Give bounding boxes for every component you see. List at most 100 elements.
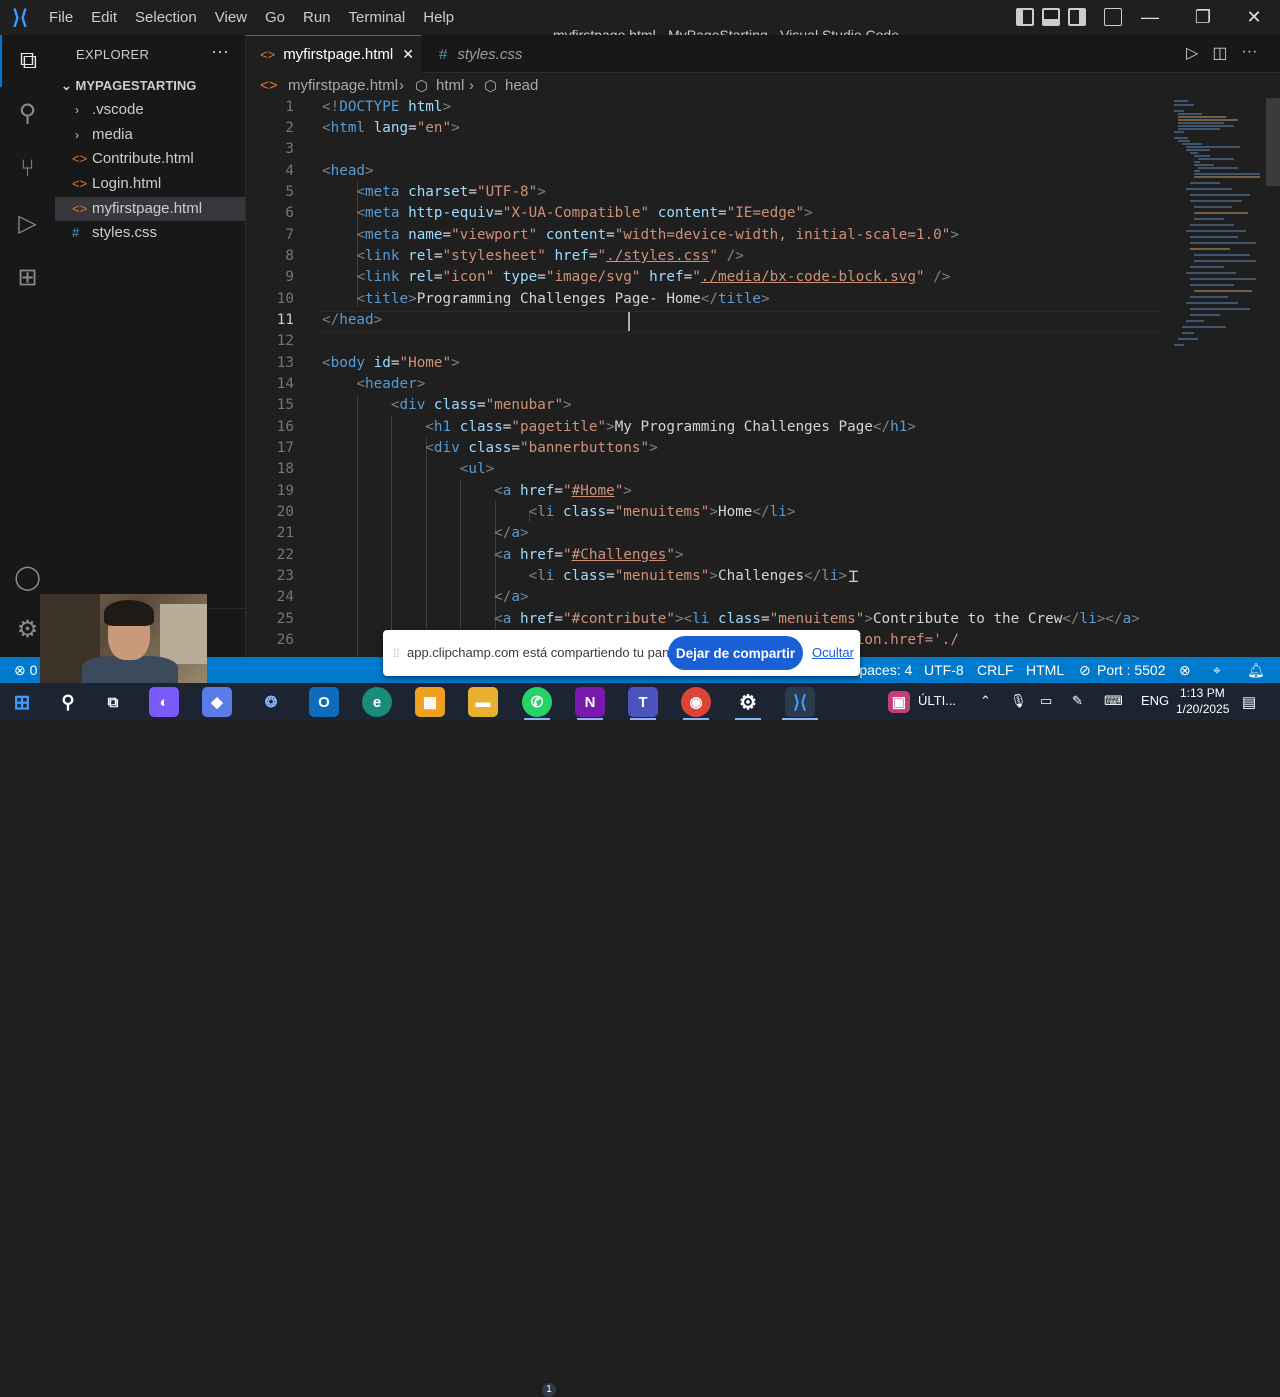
breadcrumb-file[interactable]: myfirstpage.html bbox=[288, 77, 398, 94]
notifications-icon[interactable]: 🔔︎ bbox=[1247, 662, 1265, 679]
encoding-status[interactable]: UTF-8 bbox=[924, 662, 964, 678]
notification-center-icon[interactable]: ▤ bbox=[1242, 693, 1256, 711]
copilot-icon[interactable]: ⌖ bbox=[1213, 662, 1221, 679]
chevron-right-icon: › bbox=[469, 77, 474, 94]
split-editor-icon[interactable]: ◫ bbox=[1212, 43, 1227, 63]
menu-run[interactable]: Run bbox=[294, 0, 340, 35]
line-number-current: 11 bbox=[276, 312, 294, 328]
code-line: <a href="#contribute"><li class="menuite… bbox=[494, 611, 1140, 627]
eol-status[interactable]: CRLF bbox=[977, 662, 1014, 678]
chevron-right-icon: › bbox=[75, 128, 79, 142]
vscode-logo-icon: ⟩⟨ bbox=[12, 7, 28, 29]
extensions-icon[interactable]: ⊞ bbox=[0, 251, 55, 303]
copilot-icon[interactable]: ◐ bbox=[149, 687, 179, 717]
gear-app-icon[interactable]: ❂ bbox=[256, 687, 286, 717]
chevron-up-icon[interactable]: ⌃ bbox=[980, 693, 991, 709]
battery-icon[interactable]: ▭ bbox=[1040, 693, 1052, 709]
customize-layout-icon[interactable] bbox=[1104, 8, 1122, 26]
tree-item-vscode[interactable]: › .vscode bbox=[55, 98, 245, 122]
tree-item-styles[interactable]: # styles.css bbox=[55, 221, 245, 245]
code-editor[interactable]: 1 2 3 4 5 6 7 8 9 10 11 12 13 14 15 16 1… bbox=[246, 98, 1280, 657]
menu-go[interactable]: Go bbox=[256, 0, 294, 35]
line-number: 14 bbox=[276, 376, 294, 392]
tree-item-label: styles.css bbox=[92, 224, 158, 241]
store-icon[interactable]: ▦ bbox=[415, 687, 445, 717]
tree-item-contribute[interactable]: <> Contribute.html bbox=[55, 147, 245, 171]
tab-myfirstpage[interactable]: <> myfirstpage.html ✕ bbox=[246, 35, 421, 73]
input-language[interactable]: ENG bbox=[1141, 693, 1169, 708]
vscode-taskbar-icon[interactable]: ⟩⟨ bbox=[785, 687, 815, 717]
teams-icon[interactable]: T bbox=[628, 687, 658, 717]
more-actions-icon[interactable]: ··· bbox=[1241, 43, 1257, 63]
outlook-icon[interactable]: O bbox=[309, 687, 339, 717]
toggle-primary-sidebar-icon[interactable] bbox=[1016, 8, 1034, 26]
windows-start-icon[interactable]: ⊞ bbox=[7, 687, 37, 717]
menu-terminal[interactable]: Terminal bbox=[340, 0, 415, 35]
menu-help[interactable]: Help bbox=[414, 0, 463, 35]
line-number: 9 bbox=[285, 269, 294, 285]
tree-item-label: myfirstpage.html bbox=[92, 200, 203, 217]
minimize-icon[interactable]: — bbox=[1127, 0, 1173, 35]
search-icon[interactable]: ⚲ bbox=[53, 687, 83, 717]
toggle-panel-icon[interactable] bbox=[1042, 8, 1060, 26]
clock-time[interactable]: 1:13 PM bbox=[1180, 686, 1225, 700]
code-line: </a> bbox=[494, 589, 529, 605]
tree-item-myfirstpage[interactable]: <> myfirstpage.html bbox=[55, 197, 245, 221]
tree-item-login[interactable]: <> Login.html bbox=[55, 172, 245, 196]
tag-icon: ⬡ bbox=[415, 78, 429, 95]
pen-icon[interactable]: ✎ bbox=[1072, 693, 1083, 709]
tree-item-label: Login.html bbox=[92, 175, 162, 192]
tray-app-label[interactable]: ÚLTI... bbox=[918, 693, 956, 708]
menu-edit[interactable]: Edit bbox=[82, 0, 126, 35]
tree-item-media[interactable]: › media bbox=[55, 123, 245, 147]
hide-link[interactable]: Ocultar bbox=[812, 645, 854, 660]
remote-indicator[interactable]: ⊗ 0 bbox=[14, 662, 37, 679]
more-actions-icon[interactable]: ··· bbox=[211, 41, 229, 62]
settings-icon[interactable]: ⚙ bbox=[733, 687, 763, 717]
keyboard-icon[interactable]: ⌨ bbox=[1104, 693, 1123, 709]
clipchamp-icon[interactable]: ◆ bbox=[202, 687, 232, 717]
chrome-icon[interactable]: ◉ bbox=[681, 687, 711, 717]
menu-bar: File Edit Selection View Go Run Terminal… bbox=[40, 0, 463, 35]
onenote-icon[interactable]: N bbox=[575, 687, 605, 717]
microphone-icon[interactable]: 🎙︎ bbox=[1010, 693, 1027, 709]
line-number: 3 bbox=[285, 141, 294, 157]
tab-styles[interactable]: # styles.css bbox=[421, 35, 551, 73]
code-line: <h1 class="pagetitle">My Programming Cha… bbox=[425, 419, 916, 435]
search-icon[interactable]: ⚲ bbox=[0, 87, 55, 139]
close-window-icon[interactable]: ✕ bbox=[1231, 0, 1277, 35]
language-mode[interactable]: HTML bbox=[1026, 662, 1064, 678]
drag-handle-icon[interactable]: ⁞⁞ bbox=[393, 646, 400, 660]
whatsapp-icon[interactable]: ✆ bbox=[522, 687, 552, 717]
toggle-secondary-sidebar-icon[interactable] bbox=[1068, 8, 1086, 26]
restore-icon[interactable]: ❐ bbox=[1180, 0, 1226, 35]
run-debug-icon[interactable]: ▷ bbox=[0, 197, 55, 249]
text-caret bbox=[628, 312, 630, 331]
menu-selection[interactable]: Selection bbox=[126, 0, 206, 35]
code-line: <div class="menubar"> bbox=[390, 397, 572, 413]
scrollbar-thumb[interactable] bbox=[1266, 98, 1280, 186]
line-number: 23 bbox=[276, 568, 294, 584]
menu-file[interactable]: File bbox=[40, 0, 82, 35]
close-tab-icon[interactable]: ✕ bbox=[402, 46, 414, 63]
workspace-folder[interactable]: ⌄ MYPAGESTARTING bbox=[55, 75, 245, 97]
edge-icon[interactable]: e bbox=[362, 687, 392, 717]
explorer-icon[interactable]: ⧉ bbox=[0, 35, 55, 87]
no-broadcast-icon[interactable]: ⊗ bbox=[1179, 662, 1191, 679]
minimap[interactable] bbox=[1172, 98, 1264, 358]
clock-date[interactable]: 1/20/2025 bbox=[1176, 702, 1229, 716]
vertical-scrollbar[interactable] bbox=[1264, 98, 1280, 657]
code-line: <title>Programming Challenges Page- Home… bbox=[356, 291, 770, 307]
live-server-port[interactable]: Port : 5502 bbox=[1097, 662, 1166, 678]
breadcrumb-html[interactable]: html bbox=[436, 77, 464, 94]
tray-app-icon[interactable]: ▣ bbox=[888, 691, 910, 713]
line-number: 25 bbox=[276, 611, 294, 627]
stop-sharing-button[interactable]: Dejar de compartir bbox=[668, 636, 803, 670]
source-control-icon[interactable]: ⑂ bbox=[0, 143, 55, 195]
task-view-icon[interactable]: ⧉ bbox=[98, 687, 128, 717]
breadcrumb-head[interactable]: head bbox=[505, 77, 538, 94]
run-file-icon[interactable]: ▷ bbox=[1186, 43, 1198, 63]
file-explorer-icon[interactable]: ▬ bbox=[468, 687, 498, 717]
code-line: <link rel="stylesheet" href="./styles.cs… bbox=[356, 248, 744, 264]
menu-view[interactable]: View bbox=[206, 0, 256, 35]
